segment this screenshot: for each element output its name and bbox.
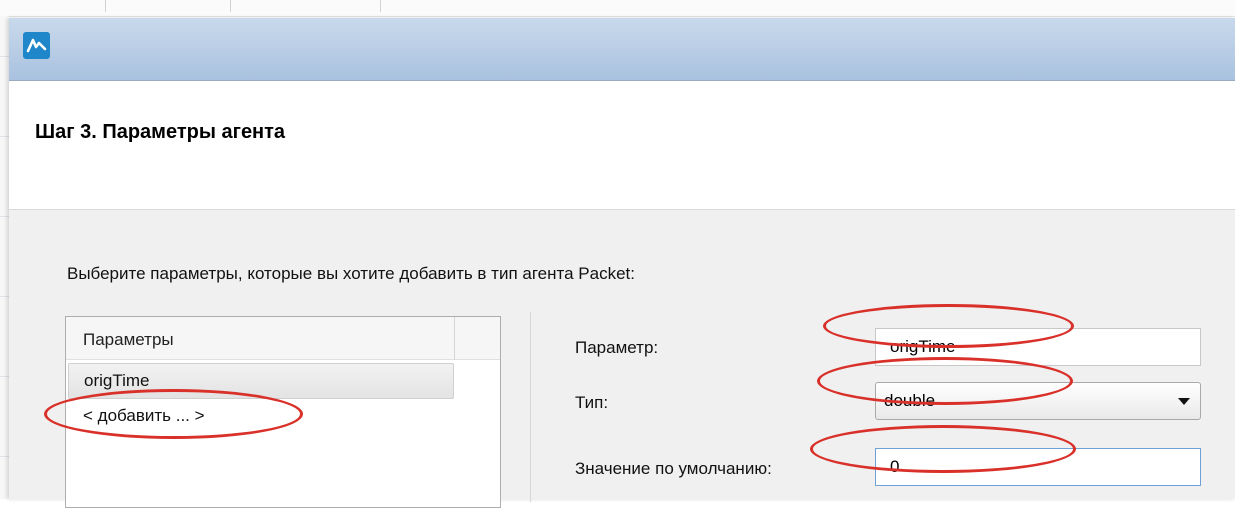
parameters-column-header-label: Параметры (83, 330, 174, 349)
parameter-name-input[interactable]: origTime (875, 328, 1201, 366)
type-select[interactable]: double (875, 382, 1201, 420)
instruction-text: Выберите параметры, которые вы хотите до… (67, 264, 635, 283)
dropdown-arrow-icon[interactable] (1178, 398, 1190, 405)
list-item-label: origTime (84, 371, 150, 390)
background-toolbar (0, 0, 1235, 17)
toolbar-separator (380, 0, 381, 12)
parameters-column-header[interactable]: Параметры (66, 317, 455, 360)
type-label: Тип: (575, 393, 609, 412)
parameters-list[interactable]: Параметры origTime < добавить ... > (65, 316, 501, 508)
default-value-label: Значение по умолчанию: (575, 459, 772, 478)
list-item-label: < добавить ... > (83, 406, 205, 425)
anylogic-logo-icon (23, 32, 50, 59)
panel-divider (530, 312, 531, 502)
background-app-edge (0, 16, 9, 499)
wizard-header: Шаг 3. Параметры агента (9, 81, 1235, 210)
step-title: Шаг 3. Параметры агента (35, 121, 286, 143)
parameter-name-label: Параметр: (575, 338, 659, 357)
list-item-origtime[interactable]: origTime (68, 363, 454, 399)
wizard-body: Выберите параметры, которые вы хотите до… (9, 210, 1235, 508)
wizard-dialog: Шаг 3. Параметры агента Выберите парамет… (9, 18, 1235, 508)
list-item-add[interactable]: < добавить ... > (68, 399, 452, 433)
default-value-input[interactable]: 0 (875, 448, 1201, 486)
dialog-titlebar[interactable] (9, 18, 1235, 81)
toolbar-separator (230, 0, 231, 12)
column-header-filler (455, 317, 500, 360)
toolbar-separator (105, 0, 106, 12)
type-select-value: double (884, 391, 936, 410)
